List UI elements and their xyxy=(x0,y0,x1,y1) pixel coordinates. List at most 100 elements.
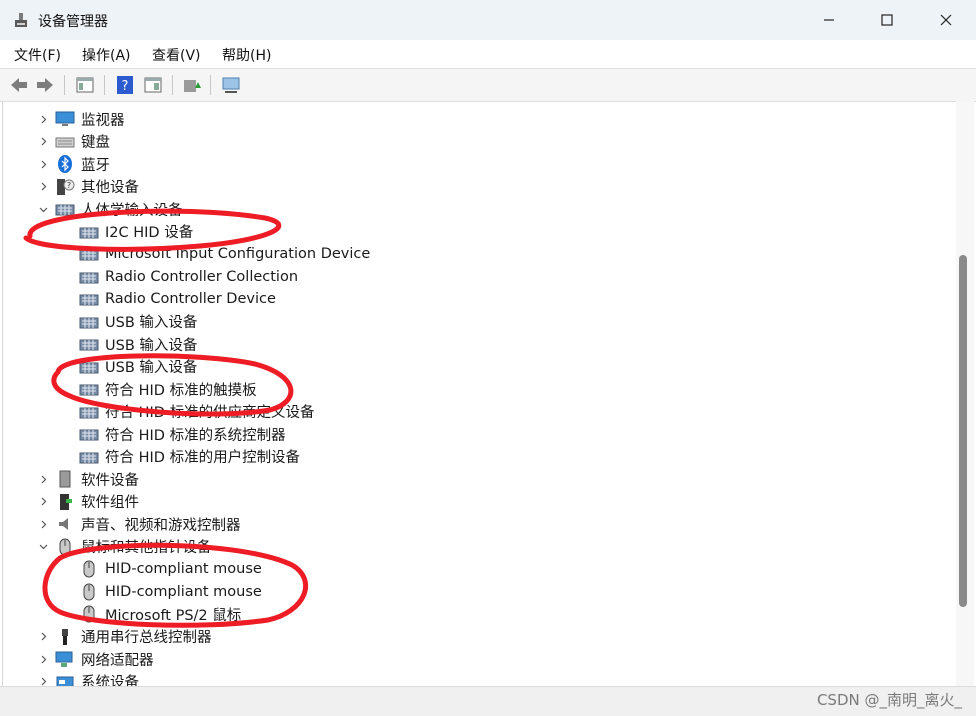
tree-category[interactable]: 蓝牙 xyxy=(41,153,110,175)
forward-icon[interactable] xyxy=(34,74,56,96)
software-component-icon xyxy=(60,493,72,510)
vertical-scrollbar[interactable] xyxy=(956,101,974,686)
tree-device[interactable]: Radio Controller Device xyxy=(79,288,276,310)
hid-icon xyxy=(79,317,99,328)
tree-item-label: 键盘 xyxy=(81,135,110,151)
tree-item-label: I2C HID 设备 xyxy=(105,225,194,241)
tree-category[interactable]: 鼠标和其他指针设备 xyxy=(39,536,212,558)
tree-category[interactable]: 系统设备 xyxy=(41,671,139,686)
tree-device[interactable]: HID-compliant mouse xyxy=(79,558,262,580)
tree-item-label: HID-compliant mouse xyxy=(105,583,262,600)
minimize-icon xyxy=(824,19,834,21)
menu-view[interactable]: 查看(V) xyxy=(152,45,201,65)
mouse-icon xyxy=(83,560,95,578)
tree-category[interactable]: 通用串行总线控制器 xyxy=(41,626,212,648)
tree-item-label: 符合 HID 标准的系统控制器 xyxy=(105,427,286,444)
update-driver-icon[interactable] xyxy=(181,74,203,96)
tree-device[interactable]: 符合 HID 标准的用户控制设备 xyxy=(79,446,300,468)
chevron-right-icon[interactable] xyxy=(38,474,48,484)
mouse-icon xyxy=(83,583,95,600)
chevron-right-icon[interactable] xyxy=(38,114,48,124)
chevron-right-icon[interactable] xyxy=(38,497,48,507)
tree-item-label: 软件设备 xyxy=(81,472,139,489)
chevron-right-icon[interactable] xyxy=(38,182,48,192)
tree-category[interactable]: 声音、视频和游戏控制器 xyxy=(41,513,241,535)
minimize-button[interactable] xyxy=(800,0,858,40)
maximize-icon xyxy=(881,14,893,26)
tree-device[interactable]: Microsoft PS/2 鼠标 xyxy=(79,603,241,625)
tree-device[interactable]: 符合 HID 标准的供应商定义设备 xyxy=(79,401,315,423)
tree-item-label: 符合 HID 标准的触摸板 xyxy=(105,382,257,399)
tree-item-label: USB 输入设备 xyxy=(105,337,198,354)
hid-icon xyxy=(79,249,99,261)
back-icon[interactable] xyxy=(8,74,30,96)
window-title: 设备管理器 xyxy=(38,14,108,30)
tree-item-label: 人体学输入设备 xyxy=(81,202,183,219)
chevron-down-icon[interactable] xyxy=(38,542,48,552)
speaker-icon xyxy=(59,518,68,530)
title-bar: 设备管理器 xyxy=(0,0,976,40)
keyboard-icon xyxy=(55,137,75,147)
tree-device[interactable]: USB 输入设备 xyxy=(79,311,197,333)
tree-category[interactable]: 键盘 xyxy=(41,131,110,153)
svg-text:?: ? xyxy=(67,181,71,190)
tree-device[interactable]: Microsoft Input Configuration Device xyxy=(79,243,370,265)
chevron-right-icon[interactable] xyxy=(38,677,48,687)
device-tree: 监视器键盘蓝牙? 其他设备人体学输入设备 I2C HID 设备 Microsoft I… xyxy=(2,101,957,686)
toolbar-separator xyxy=(104,75,105,95)
close-button[interactable] xyxy=(917,0,975,40)
hid-icon xyxy=(79,227,99,238)
menu-action[interactable]: 操作(A) xyxy=(82,45,131,65)
svg-text:?: ? xyxy=(122,79,129,94)
help-icon[interactable]: ? xyxy=(114,74,136,96)
chevron-right-icon[interactable] xyxy=(38,632,48,642)
tree-item-label: Radio Controller Collection xyxy=(105,268,299,285)
other-device-icon: ? xyxy=(57,178,75,195)
hid-icon xyxy=(79,407,99,418)
scan-hardware-icon[interactable] xyxy=(220,74,242,96)
tree-device[interactable]: 符合 HID 标准的系统控制器 xyxy=(79,423,286,445)
watermark: CSDN @_南明_离火_ xyxy=(816,691,962,709)
tree-category[interactable]: 监视器 xyxy=(41,108,125,130)
scrollbar-thumb[interactable] xyxy=(959,255,967,607)
monitor-icon xyxy=(55,111,75,126)
tree-item-label: USB 输入设备 xyxy=(105,360,198,376)
chevron-right-icon[interactable] xyxy=(38,159,48,169)
chevron-right-icon[interactable] xyxy=(38,519,48,529)
tree-category[interactable]: ? 其他设备 xyxy=(41,176,139,198)
tree-device[interactable]: Radio Controller Collection xyxy=(79,266,298,288)
tree-device[interactable]: USB 输入设备 xyxy=(79,356,197,378)
close-icon xyxy=(940,14,952,26)
menu-help[interactable]: 帮助(H) xyxy=(222,45,271,65)
tree-category[interactable]: 软件组件 xyxy=(41,491,139,513)
software-device-icon xyxy=(59,470,71,488)
mouse-icon xyxy=(59,538,71,555)
bluetooth-icon xyxy=(58,155,72,173)
network-icon xyxy=(55,651,73,667)
tree-category[interactable]: 人体学输入设备 xyxy=(39,198,183,220)
chevron-down-icon[interactable] xyxy=(38,204,48,214)
details-pane-icon[interactable] xyxy=(142,74,164,96)
tree-category[interactable]: 网络适配器 xyxy=(41,648,154,670)
tree-device[interactable]: 符合 HID 标准的触摸板 xyxy=(79,378,257,400)
hid-icon xyxy=(79,452,99,463)
hid-icon xyxy=(55,204,75,216)
chevron-right-icon[interactable] xyxy=(38,137,48,147)
system-device-icon xyxy=(56,676,74,686)
mouse-icon xyxy=(83,605,95,623)
chevron-right-icon[interactable] xyxy=(38,654,48,664)
tree-item-label: 其他设备 xyxy=(81,180,139,196)
toolbar-separator xyxy=(64,75,65,95)
maximize-button[interactable] xyxy=(858,0,916,40)
tree-device[interactable]: HID-compliant mouse xyxy=(79,581,262,603)
hid-icon xyxy=(79,362,99,373)
usb-icon xyxy=(62,628,68,645)
tree-device[interactable]: I2C HID 设备 xyxy=(79,221,193,243)
toolbar-separator xyxy=(210,75,211,95)
properties-icon[interactable] xyxy=(74,74,96,96)
tree-category[interactable]: 软件设备 xyxy=(41,468,139,490)
menu-file[interactable]: 文件(F) xyxy=(14,45,61,65)
hid-icon xyxy=(79,272,99,283)
tree-device[interactable]: USB 输入设备 xyxy=(79,333,197,355)
hid-icon xyxy=(79,339,99,351)
